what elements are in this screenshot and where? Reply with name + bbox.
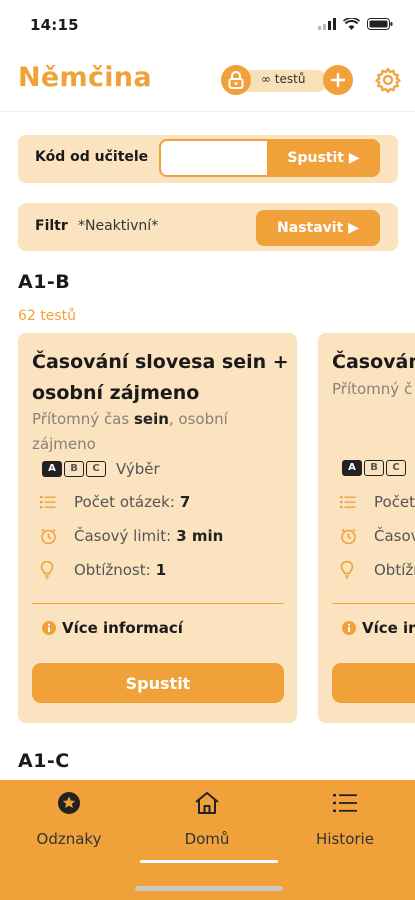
question-count-label: Počet: [374, 493, 415, 511]
question-count-row: Počet: [340, 493, 415, 511]
nav-label: Historie: [316, 830, 374, 848]
filter-label: Filtr: [35, 218, 68, 234]
test-card-title: Časování slovesa sein + osobní zájmeno: [32, 351, 289, 404]
filter-panel: Filtr *Neaktivní* Nastavit ▶: [18, 203, 398, 251]
nav-item-history[interactable]: Historie: [276, 780, 414, 875]
status-bar: 14:15: [0, 0, 415, 50]
teacher-code-panel: Kód od učitele Spustit ▶: [18, 135, 398, 183]
time-limit-label: Časový limit:: [74, 527, 172, 545]
question-count-row: Počet otázek: 7: [40, 493, 190, 511]
teacher-code-label: Kód od učitele: [35, 149, 149, 165]
status-time: 14:15: [30, 16, 79, 34]
nav-item-badges[interactable]: Odznaky: [0, 780, 138, 875]
main-content: Kód od učitele Spustit ▶ Filtr *Neaktivn…: [0, 113, 415, 780]
difficulty-label: Obtížno: [374, 561, 415, 579]
wifi-icon: [343, 18, 360, 30]
list-icon: [340, 495, 362, 509]
plus-icon: [330, 72, 346, 88]
more-info-link[interactable]: Více in: [342, 619, 415, 637]
test-type-row: ABC: [342, 460, 415, 476]
abc-choice-icon: ABC: [42, 461, 106, 477]
info-icon: [42, 621, 56, 635]
start-test-button[interactable]: [332, 663, 415, 703]
card-divider: [332, 603, 415, 604]
test-card[interactable]: Časování Přítomný č ABC Počet Časov Obtí…: [318, 333, 415, 723]
question-count-label: Počet otázek:: [74, 493, 175, 511]
home-indicator: [135, 886, 283, 891]
difficulty-row: Obtížnost: 1: [40, 561, 166, 579]
list-icon: [40, 495, 62, 509]
gear-icon: [375, 67, 401, 93]
signal-icon: [318, 18, 336, 30]
section-title: A1-B: [18, 271, 71, 293]
nav-label: Odznaky: [36, 830, 102, 848]
difficulty-value: 1: [155, 561, 167, 579]
start-test-button[interactable]: Spustit: [32, 663, 284, 703]
bottom-nav: Odznaky Domů Historie: [0, 780, 415, 900]
card-divider: [32, 603, 284, 604]
abc-choice-icon: ABC: [342, 460, 406, 476]
battery-icon: [367, 18, 393, 30]
teacher-code-run-button[interactable]: Spustit ▶: [267, 139, 380, 177]
time-limit-label: Časov: [374, 527, 415, 545]
page-title: Němčina: [18, 62, 152, 93]
test-card-subtitle: Přítomný čas sein, osobní zájmeno: [32, 410, 228, 453]
nav-label: Domů: [184, 830, 230, 848]
test-card-subtitle: Přítomný č: [332, 380, 413, 398]
question-count-value: 7: [179, 493, 191, 511]
filter-set-button[interactable]: Nastavit ▶: [256, 210, 380, 246]
settings-button[interactable]: [374, 66, 402, 94]
time-limit-row: Časový limit: 3 min: [40, 527, 223, 545]
more-info-label: Více in: [362, 619, 415, 637]
home-icon: [194, 790, 220, 816]
more-info-label: Více informací: [62, 619, 183, 637]
timer-icon: [40, 528, 62, 545]
section-title: A1-C: [18, 750, 70, 772]
time-limit-value: 3 min: [176, 527, 224, 545]
nav-active-indicator: [140, 860, 278, 863]
teacher-code-input[interactable]: [159, 139, 269, 177]
difficulty-row: Obtížno: [340, 561, 415, 579]
lock-icon: [228, 71, 244, 89]
difficulty-label: Obtížnost:: [74, 561, 151, 579]
app-bar: Němčina ∞ testů: [0, 50, 415, 112]
status-icons: [318, 18, 393, 30]
time-limit-row: Časov: [340, 527, 415, 545]
test-card[interactable]: Časování slovesa sein + osobní zájmeno P…: [18, 333, 297, 723]
list-icon: [333, 790, 357, 816]
badge-star-icon: [57, 790, 81, 816]
lightbulb-icon: [340, 561, 362, 579]
lightbulb-icon: [40, 561, 62, 579]
section-test-count: 62 testů: [18, 308, 77, 324]
info-icon: [342, 621, 356, 635]
test-type-label: Výběr: [116, 460, 160, 478]
lock-button[interactable]: [221, 65, 251, 95]
test-card-title: Časování: [332, 351, 415, 373]
test-type-row: ABC Výběr: [42, 460, 160, 478]
timer-icon: [340, 528, 362, 545]
more-info-link[interactable]: Více informací: [42, 619, 183, 637]
tests-count-label: ∞ testů: [261, 72, 306, 86]
filter-status: *Neaktivní*: [78, 218, 159, 234]
add-tests-button[interactable]: [323, 65, 353, 95]
